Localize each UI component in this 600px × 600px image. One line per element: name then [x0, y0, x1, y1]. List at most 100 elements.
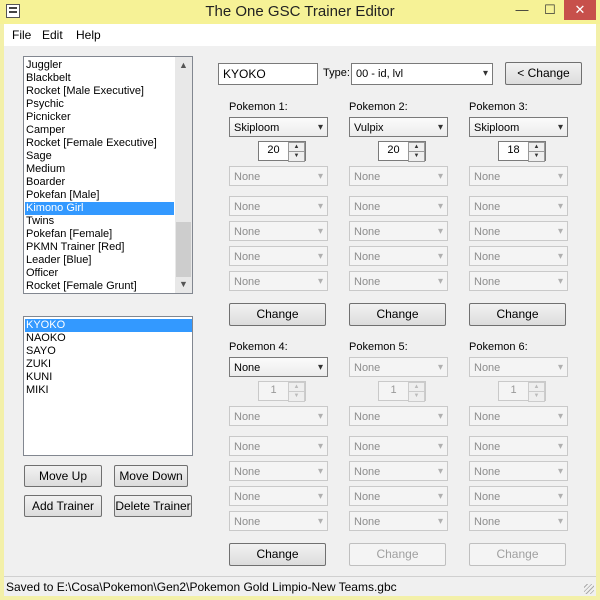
pokemon-2-move-2-dropdown[interactable]: None ▾ [349, 196, 448, 216]
trainer-class-item[interactable]: Pokefan [Female] [25, 228, 174, 241]
menu-help[interactable]: Help [76, 28, 101, 42]
maximize-button[interactable]: ☐ [536, 0, 564, 20]
trainer-class-item[interactable]: Picnicker [25, 111, 174, 124]
spin-down-icon[interactable]: ▼ [408, 391, 425, 402]
trainer-class-item[interactable]: Medium [25, 163, 174, 176]
pokemon-1-change-button[interactable]: Change [229, 303, 326, 326]
trainer-item[interactable]: SAYO [25, 345, 192, 358]
pokemon-4-move-2-dropdown[interactable]: None ▾ [229, 436, 328, 456]
pokemon-2-move-4-dropdown[interactable]: None ▾ [349, 246, 448, 266]
type-dropdown[interactable]: 00 - id, lvl ▾ [351, 63, 493, 85]
spin-down-icon[interactable]: ▼ [288, 151, 305, 162]
spin-down-icon[interactable]: ▼ [288, 391, 305, 402]
add-trainer-button[interactable]: Add Trainer [24, 495, 102, 517]
pokemon-1-move-3-dropdown[interactable]: None ▾ [229, 221, 328, 241]
pokemon-5-change-button[interactable]: Change [349, 543, 446, 566]
pokemon-3-move-4-dropdown[interactable]: None ▾ [469, 246, 568, 266]
trainer-class-item[interactable]: Camper [25, 124, 174, 137]
pokemon-5-move-5-dropdown[interactable]: None ▾ [349, 511, 448, 531]
pokemon-3-level-spinner[interactable]: 18 ▲ ▼ [498, 141, 546, 162]
pokemon-4-move-5-dropdown[interactable]: None ▾ [229, 511, 328, 531]
trainer-item[interactable]: ZUKI [25, 358, 192, 371]
move-down-button[interactable]: Move Down [114, 465, 188, 487]
pokemon-4-move-4-dropdown[interactable]: None ▾ [229, 486, 328, 506]
trainer-class-item[interactable]: Officer [25, 267, 174, 280]
pokemon-1-move-2-dropdown[interactable]: None ▾ [229, 196, 328, 216]
minimize-button[interactable]: — [508, 0, 536, 20]
pokemon-3-move-5-dropdown[interactable]: None ▾ [469, 271, 568, 291]
trainer-name-field[interactable]: KYOKO [218, 63, 318, 85]
spin-down-icon[interactable]: ▼ [408, 151, 425, 162]
trainer-item[interactable]: KUNI [25, 371, 192, 384]
pokemon-6-move-2-dropdown[interactable]: None ▾ [469, 436, 568, 456]
pokemon-3-species-dropdown[interactable]: Skiploom ▾ [469, 117, 568, 137]
trainer-class-item[interactable]: Leader [Blue] [25, 254, 174, 267]
pokemon-5-move-3-dropdown[interactable]: None ▾ [349, 461, 448, 481]
pokemon-6-move-3-dropdown[interactable]: None ▾ [469, 461, 568, 481]
trainer-class-item[interactable]: Juggler [25, 59, 174, 72]
pokemon-4-move-3-dropdown[interactable]: None ▾ [229, 461, 328, 481]
pokemon-2-change-button[interactable]: Change [349, 303, 446, 326]
pokemon-5-move-4-dropdown[interactable]: None ▾ [349, 486, 448, 506]
pokemon-1-species-dropdown[interactable]: Skiploom ▾ [229, 117, 328, 137]
trainer-class-item[interactable]: Psychic [25, 98, 174, 111]
class-list-scrollbar[interactable]: ▲ ▼ [175, 57, 192, 293]
scroll-thumb[interactable] [176, 222, 191, 277]
pokemon-3-move-4-dropdown-value: None [474, 251, 501, 263]
trainer-class-item[interactable]: Pokefan [Male] [25, 189, 174, 202]
trainer-class-item[interactable]: Kimono Girl [25, 202, 174, 215]
pokemon-6-species-dropdown[interactable]: None ▾ [469, 357, 568, 377]
pokemon-6-move-5-dropdown[interactable]: None ▾ [469, 511, 568, 531]
pokemon-1-move-5-dropdown[interactable]: None ▾ [229, 271, 328, 291]
pokemon-6-change-button[interactable]: Change [469, 543, 566, 566]
trainer-class-item[interactable]: Rocket [Male Executive] [25, 85, 174, 98]
trainer-class-item[interactable]: Rocket [Female Executive] [25, 137, 174, 150]
chevron-down-icon: ▾ [437, 171, 443, 182]
trainer-class-item[interactable]: PKMN Trainer [Red] [25, 241, 174, 254]
trainer-class-item[interactable]: Rocket [Female Grunt] [25, 280, 174, 293]
close-button[interactable]: ✕ [564, 0, 596, 20]
menu-edit[interactable]: Edit [42, 28, 63, 42]
pokemon-2-move-5-dropdown[interactable]: None ▾ [349, 271, 448, 291]
pokemon-1-move-1-dropdown[interactable]: None ▾ [229, 166, 328, 186]
pokemon-4-species-dropdown[interactable]: None ▾ [229, 357, 328, 377]
spin-down-icon[interactable]: ▼ [528, 391, 545, 402]
pokemon-4-level-spinner[interactable]: 1 ▲ ▼ [258, 381, 306, 402]
pokemon-2-move-3-dropdown[interactable]: None ▾ [349, 221, 448, 241]
trainer-class-item[interactable]: Boarder [25, 176, 174, 189]
pokemon-2-move-1-dropdown[interactable]: None ▾ [349, 166, 448, 186]
pokemon-6-level-spinner[interactable]: 1 ▲ ▼ [498, 381, 546, 402]
pokemon-1-level-spinner[interactable]: 20 ▲ ▼ [258, 141, 306, 162]
resize-grip[interactable] [584, 584, 594, 594]
move-up-button[interactable]: Move Up [24, 465, 102, 487]
pokemon-4-change-button[interactable]: Change [229, 543, 326, 566]
pokemon-6-move-4-dropdown[interactable]: None ▾ [469, 486, 568, 506]
trainer-class-item[interactable]: Twins [25, 215, 174, 228]
pokemon-3-move-1-dropdown[interactable]: None ▾ [469, 166, 568, 186]
spin-down-icon[interactable]: ▼ [528, 151, 545, 162]
pokemon-2-species-dropdown[interactable]: Vulpix ▾ [349, 117, 448, 137]
trainer-list[interactable]: KYOKO NAOKO SAYO ZUKI KUNI MIKI [23, 316, 193, 456]
trainer-item[interactable]: NAOKO [25, 332, 192, 345]
trainer-class-item[interactable]: Sage [25, 150, 174, 163]
pokemon-3-change-button[interactable]: Change [469, 303, 566, 326]
pokemon-2-level-spinner[interactable]: 20 ▲ ▼ [378, 141, 426, 162]
trainer-item[interactable]: MIKI [25, 384, 192, 397]
pokemon-3-move-3-dropdown[interactable]: None ▾ [469, 221, 568, 241]
pokemon-5-species-dropdown[interactable]: None ▾ [349, 357, 448, 377]
trainer-class-item[interactable]: Blackbelt [25, 72, 174, 85]
pokemon-5-move-2-dropdown[interactable]: None ▾ [349, 436, 448, 456]
pokemon-5-move-1-dropdown[interactable]: None ▾ [349, 406, 448, 426]
pokemon-1-move-4-dropdown[interactable]: None ▾ [229, 246, 328, 266]
pokemon-3-move-2-dropdown[interactable]: None ▾ [469, 196, 568, 216]
scroll-down-icon[interactable]: ▼ [175, 276, 192, 293]
pokemon-4-move-1-dropdown[interactable]: None ▾ [229, 406, 328, 426]
menu-file[interactable]: File [12, 28, 31, 42]
pokemon-6-move-1-dropdown[interactable]: None ▾ [469, 406, 568, 426]
scroll-up-icon[interactable]: ▲ [175, 57, 192, 74]
trainer-item[interactable]: KYOKO [25, 319, 192, 332]
trainer-class-list[interactable]: Juggler Blackbelt Rocket [Male Executive] P… [23, 56, 193, 294]
pokemon-5-level-spinner[interactable]: 1 ▲ ▼ [378, 381, 426, 402]
change-name-button[interactable]: < Change [505, 62, 582, 85]
delete-trainer-button[interactable]: Delete Trainer [114, 495, 192, 517]
